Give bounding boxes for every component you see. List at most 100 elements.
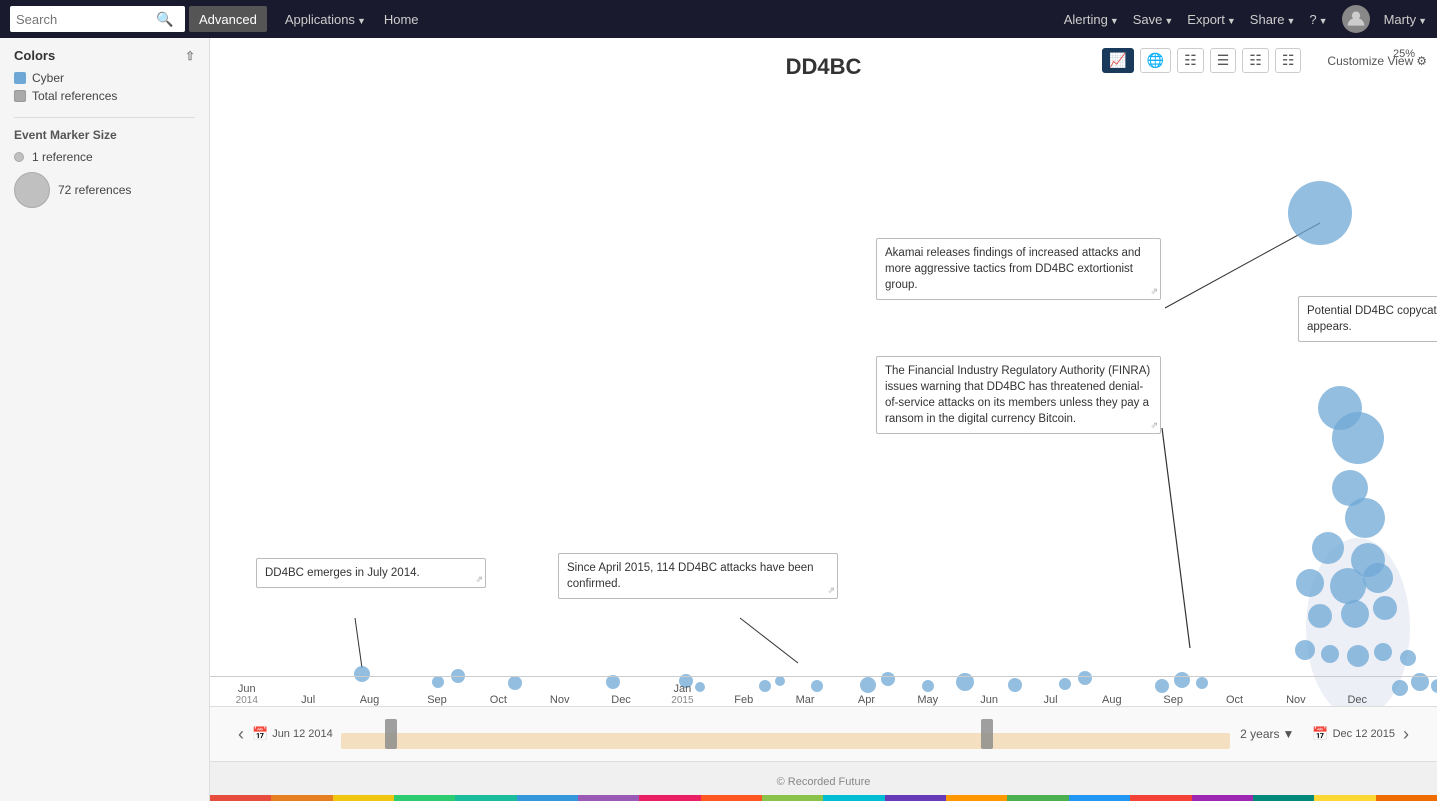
bubble[interactable] [1347, 645, 1369, 667]
stripe-segment [271, 795, 332, 801]
marker-size-title: Event Marker Size [14, 128, 195, 142]
x-tick: Jul [1043, 694, 1057, 706]
timeline-inner[interactable] [341, 719, 1230, 749]
stripe-segment [1253, 795, 1314, 801]
stripe-segment [210, 795, 271, 801]
x-tick: Dec [611, 694, 631, 706]
small-marker [14, 152, 24, 162]
ann1-resize[interactable]: ⇗ [475, 573, 483, 586]
x-tick: Mar [796, 694, 815, 706]
nav-arrow-left[interactable]: ‹ [230, 724, 252, 745]
avatar[interactable] [1342, 5, 1370, 33]
user-menu[interactable]: Marty▼ [1384, 12, 1427, 27]
x-tick: Apr [858, 694, 875, 706]
bubble[interactable] [1363, 563, 1393, 593]
zoom-container: 2 years ▼ [1240, 727, 1294, 741]
stripe-segment [639, 795, 700, 801]
colors-section-title: Colors ⇧ [14, 48, 195, 63]
stripe-segment [455, 795, 516, 801]
ann5-text: Potential DD4BC copycat, The Armada Coll… [1307, 305, 1437, 333]
x-tick: May [917, 694, 938, 706]
cal-icon-left: 📅 [252, 726, 268, 742]
collapse-icon[interactable]: ⇧ [185, 49, 195, 63]
help-link[interactable]: ?▼ [1309, 12, 1327, 27]
total-swatch [14, 90, 26, 102]
stripe-segment [885, 795, 946, 801]
x-tick: Sep [427, 694, 447, 706]
ann2-resize[interactable]: ⇗ [827, 584, 835, 597]
home-link[interactable]: Home [384, 12, 419, 27]
timeline-handle-right[interactable] [981, 719, 993, 749]
x-tick: Jul [301, 694, 315, 706]
color-legend: Cyber Total references [14, 71, 195, 103]
ann3-resize[interactable]: ⇗ [1150, 285, 1158, 298]
alerting-link[interactable]: Alerting▼ [1064, 12, 1119, 27]
cyber-swatch [14, 72, 26, 84]
large-marker [14, 172, 50, 208]
bubble[interactable] [1321, 645, 1339, 663]
annotation-4[interactable]: The Financial Industry Regulatory Author… [876, 356, 1161, 434]
stripe-segment [762, 795, 823, 801]
color-item-total: Total references [14, 89, 195, 103]
annotation-5[interactable]: Potential DD4BC copycat, The Armada Coll… [1298, 296, 1437, 342]
small-marker-label: 1 reference [32, 150, 93, 164]
bubble[interactable] [1330, 568, 1366, 604]
ann1-line [355, 618, 362, 668]
stripe-segment [701, 795, 762, 801]
stripe-segment [1007, 795, 1068, 801]
main-area: Colors ⇧ Cyber Total references Event Ma… [0, 38, 1437, 801]
bubble[interactable] [1341, 600, 1369, 628]
chevron-down-icon: ▼ [1283, 727, 1295, 741]
bubble[interactable] [1400, 650, 1416, 666]
color-item-cyber: Cyber [14, 71, 195, 85]
chart-area: DD4BC 📈 🌐 ☷ ☰ ☷ ☷ Customize View ⚙ [210, 38, 1437, 801]
search-box[interactable]: 🔍 [10, 6, 185, 32]
date-left-label: Jun 12 2014 [272, 728, 333, 740]
timeline-bar: ‹ 📅 Jun 12 2014 2 years ▼ 📅 Dec [210, 706, 1437, 761]
bubble[interactable] [1295, 640, 1315, 660]
ann3-line [1165, 223, 1320, 308]
color-stripe [210, 795, 1437, 801]
annotation-1[interactable]: DD4BC emerges in July 2014. ⇗ [256, 558, 486, 588]
ann4-resize[interactable]: ⇗ [1150, 419, 1158, 432]
search-input[interactable] [16, 12, 156, 27]
x-tick: Oct [1226, 694, 1243, 706]
save-link[interactable]: Save▼ [1133, 12, 1174, 27]
applications-link[interactable]: Applications▼ [285, 12, 366, 27]
timeline-handle-left[interactable] [385, 719, 397, 749]
ann2-line [740, 618, 798, 663]
export-link[interactable]: Export▼ [1187, 12, 1236, 27]
search-button[interactable]: 🔍 [156, 11, 173, 28]
cyber-label: Cyber [32, 71, 64, 85]
bubble[interactable] [1312, 532, 1344, 564]
stripe-segment [578, 795, 639, 801]
x-tick: Nov [1286, 694, 1306, 706]
bubble[interactable] [1332, 412, 1384, 464]
bubble[interactable] [1345, 498, 1385, 538]
ann3-text: Akamai releases findings of increased at… [885, 247, 1141, 291]
advanced-button[interactable]: Advanced [189, 6, 267, 32]
marker-large-row: 72 references [14, 172, 195, 208]
x-tick: Jun [980, 694, 998, 706]
bubble[interactable] [1308, 604, 1332, 628]
stripe-segment [823, 795, 884, 801]
stripe-segment [1069, 795, 1130, 801]
nav-arrow-right[interactable]: › [1395, 724, 1417, 745]
footer-credit: © Recorded Future [777, 776, 871, 788]
x-tick: Oct [490, 694, 507, 706]
bubble[interactable] [1374, 643, 1392, 661]
bubble-large[interactable] [1288, 181, 1352, 245]
annotation-3[interactable]: Akamai releases findings of increased at… [876, 238, 1161, 300]
bubble[interactable] [1373, 596, 1397, 620]
timeline-fill [341, 733, 1230, 749]
x-tick: Dec [1347, 694, 1367, 706]
date-right-label: Dec 12 2015 [1333, 728, 1395, 740]
annotation-2[interactable]: Since April 2015, 114 DD4BC attacks have… [558, 553, 838, 599]
share-link[interactable]: Share▼ [1250, 12, 1296, 27]
bubble[interactable] [1296, 569, 1324, 597]
stripe-segment [333, 795, 394, 801]
stripe-segment [1130, 795, 1191, 801]
zoom-button[interactable]: 2 years ▼ [1240, 727, 1294, 741]
x-tick: Jan2015 [671, 683, 693, 706]
divider [14, 117, 195, 118]
